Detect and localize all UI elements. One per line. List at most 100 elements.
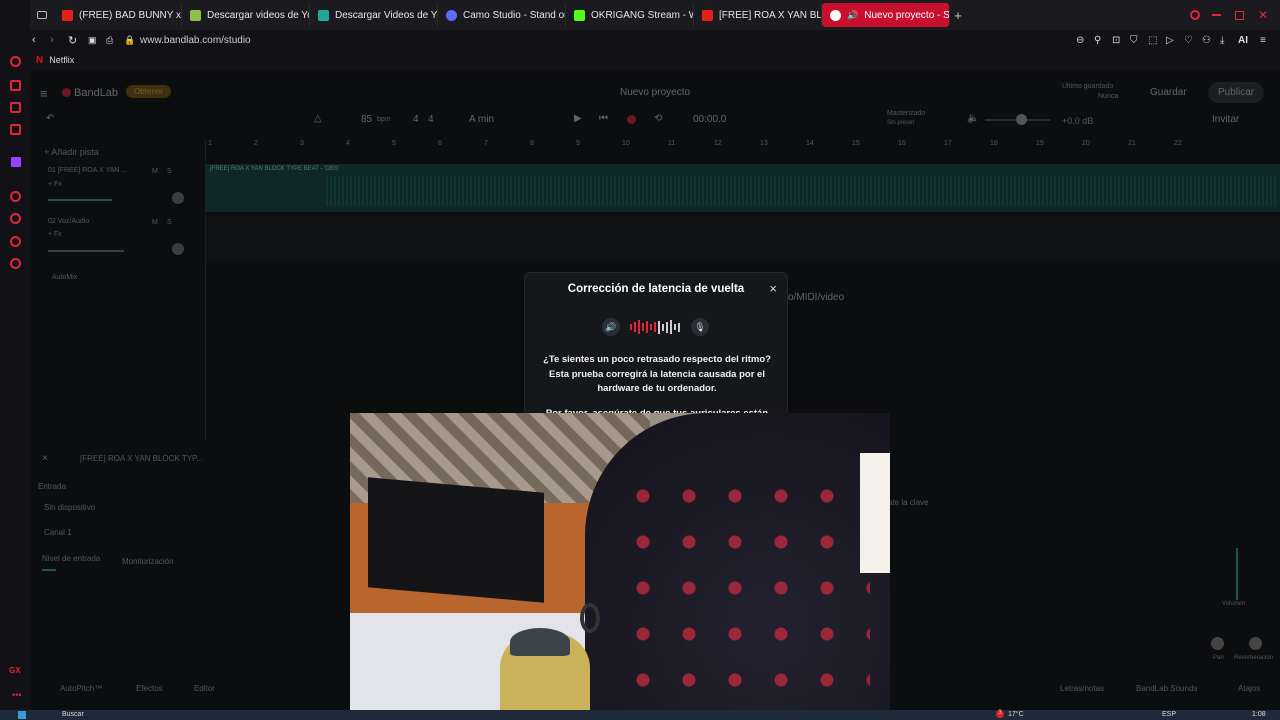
pin-icon[interactable]: ⚲ [1094, 35, 1112, 46]
netflix-icon[interactable]: N [36, 55, 43, 66]
audio-region[interactable]: [FREE] ROA X YAN BLOCK TYPE BEAT - 'OBS' [206, 164, 1280, 212]
language[interactable]: ESP [1162, 711, 1176, 718]
track-1-name[interactable]: 01 [FREE] ROA X YAN ... [48, 167, 127, 174]
track-2-mute[interactable]: M [152, 219, 158, 226]
new-tab-button[interactable]: + [950, 8, 966, 23]
track-2-volume-slider[interactable] [48, 250, 124, 252]
track-2-pan-knob[interactable] [172, 243, 184, 255]
volume-icon[interactable]: 🔈 [967, 113, 979, 124]
gx-icon[interactable]: GX [9, 666, 21, 675]
shortcuts-tab[interactable]: Atajos [1238, 684, 1260, 693]
track-2-lane[interactable] [206, 215, 1280, 263]
dialog-close-button[interactable]: × [769, 281, 777, 296]
automix-label[interactable]: AutoMix [52, 274, 77, 281]
windows-start-icon[interactable] [18, 711, 26, 719]
back-icon[interactable]: ‹ [32, 34, 50, 46]
twitch-icon[interactable] [11, 157, 21, 167]
project-title[interactable]: Nuevo proyecto [620, 87, 690, 98]
menu-icon[interactable]: ≡ [1260, 35, 1280, 46]
tab-roa-yan-block[interactable]: [FREE] ROA X YAN BLOCK [694, 3, 822, 27]
forward-icon[interactable]: › [50, 34, 68, 46]
track-2-fx[interactable]: + Fx [48, 231, 62, 238]
key-selector[interactable]: A min [469, 114, 494, 125]
effects-tab[interactable]: Efectos [136, 684, 163, 693]
bookmark-icon[interactable]: ⊡ [1112, 35, 1130, 46]
bpm-value[interactable]: 85 [361, 114, 372, 125]
track-1-fx[interactable]: + Fx [48, 181, 62, 188]
wallet-icon[interactable] [10, 80, 21, 91]
news-icon[interactable] [10, 102, 21, 113]
track-2-solo[interactable]: S [167, 219, 172, 226]
input-device-select[interactable]: Sin dispositivo [44, 503, 95, 512]
autopitch-tab[interactable]: AutoPitch™ [60, 684, 102, 693]
tab-descargar-2[interactable]: Descargar Videos de YouT [310, 3, 438, 27]
time-sig-denominator[interactable]: 4 [428, 114, 434, 125]
track-1-volume-slider[interactable] [48, 199, 112, 201]
track-1-solo[interactable]: S [167, 168, 172, 175]
track-1-mute[interactable]: M [152, 168, 158, 175]
save-button[interactable]: Guardar [1150, 87, 1187, 98]
metronome-icon[interactable]: △ [314, 113, 322, 124]
maximize-icon[interactable] [1234, 10, 1244, 20]
add-track-button[interactable]: + Añadir pista [44, 147, 99, 157]
tab-camo-studio[interactable]: Camo Studio - Stand out [438, 3, 566, 27]
taskbar-search[interactable]: Buscar [62, 711, 84, 718]
ruler-mark: 10 [622, 140, 630, 147]
notification-badge[interactable]: 3 [996, 710, 1004, 718]
time-sig-numerator[interactable]: 4 [413, 114, 419, 125]
downloads-icon[interactable]: ⤓ [1220, 35, 1238, 46]
print-icon[interactable]: ⎙ [106, 35, 124, 46]
panel-close-icon[interactable]: × [42, 453, 48, 464]
minimize-icon[interactable] [1211, 14, 1221, 16]
volume-fader[interactable] [1236, 548, 1238, 600]
editor-tab[interactable]: Editor [194, 684, 215, 693]
get-badge[interactable]: Obtener [126, 85, 171, 98]
url-field[interactable]: www.bandlab.com/studio [140, 35, 251, 46]
mail-icon[interactable] [10, 124, 21, 135]
record-button[interactable] [627, 115, 636, 124]
track-2-name[interactable]: 02 Voz/Audio [48, 218, 89, 225]
ai-button[interactable]: AI [1238, 35, 1260, 46]
undo-icon[interactable]: ↶ [46, 113, 54, 124]
reverb-knob[interactable] [1249, 637, 1262, 650]
sounds-tab[interactable]: BandLab Sounds [1136, 684, 1197, 693]
history-icon[interactable] [10, 56, 21, 67]
pan-knob[interactable] [1211, 637, 1224, 650]
channel-select[interactable]: Canal 1 [44, 528, 72, 537]
tab-descargar-1[interactable]: Descargar videos de YouT [182, 3, 310, 27]
zoom-icon[interactable]: ⊖ [1076, 35, 1094, 46]
search-tabs-icon[interactable] [1189, 10, 1200, 20]
clock-icon[interactable] [10, 213, 21, 224]
play-button[interactable]: ▶ [574, 113, 582, 124]
more-icon[interactable]: ••• [12, 690, 21, 700]
play-icon[interactable]: ▷ [1166, 35, 1184, 46]
invite-button[interactable]: Invitar [1212, 114, 1239, 125]
shield-icon[interactable]: ⛉ [1130, 35, 1148, 46]
reader-icon[interactable]: ▣ [88, 35, 106, 46]
lyrics-tab[interactable]: Letras/notas [1060, 684, 1104, 693]
settings-icon[interactable] [10, 258, 21, 269]
tab-nuevo-proyecto[interactable]: 🔊Nuevo proyecto - Stud [822, 3, 950, 27]
clock[interactable]: 1:08 [1252, 711, 1266, 718]
messenger-icon[interactable] [10, 191, 21, 202]
track-1-pan-knob[interactable] [172, 192, 184, 204]
music-icon[interactable] [10, 236, 21, 247]
mastering-label[interactable]: Masterizado [887, 110, 925, 117]
timeline-ruler[interactable]: 1 2 3 4 5 6 7 8 9 10 11 12 13 14 15 16 1… [206, 140, 1280, 154]
screenshot-icon[interactable]: ⬚ [1148, 35, 1166, 46]
tab-bad-bunny[interactable]: (FREE) BAD BUNNY x TAI [54, 3, 182, 27]
monitoring-toggle[interactable]: Monitorización [122, 557, 174, 566]
reload-icon[interactable]: ↻ [68, 34, 88, 47]
account-icon[interactable]: ⚇ [1202, 35, 1220, 46]
tab-okrigang[interactable]: OKRIGANG Stream - Watc [566, 3, 694, 27]
master-volume-knob[interactable] [1016, 114, 1027, 125]
close-window-icon[interactable]: ✕ [1258, 8, 1268, 22]
heart-icon[interactable]: ♡ [1184, 35, 1202, 46]
tab-list-icon[interactable] [30, 3, 54, 27]
skip-back-icon[interactable]: ⏮ [599, 113, 608, 124]
bookmark-netflix[interactable]: Netflix [49, 55, 74, 65]
hamburger-icon[interactable]: ≡ [40, 86, 48, 101]
weather[interactable]: 17°C [1008, 711, 1024, 718]
publish-button[interactable]: Publicar [1208, 82, 1265, 103]
loop-icon[interactable]: ⟲ [654, 113, 662, 124]
